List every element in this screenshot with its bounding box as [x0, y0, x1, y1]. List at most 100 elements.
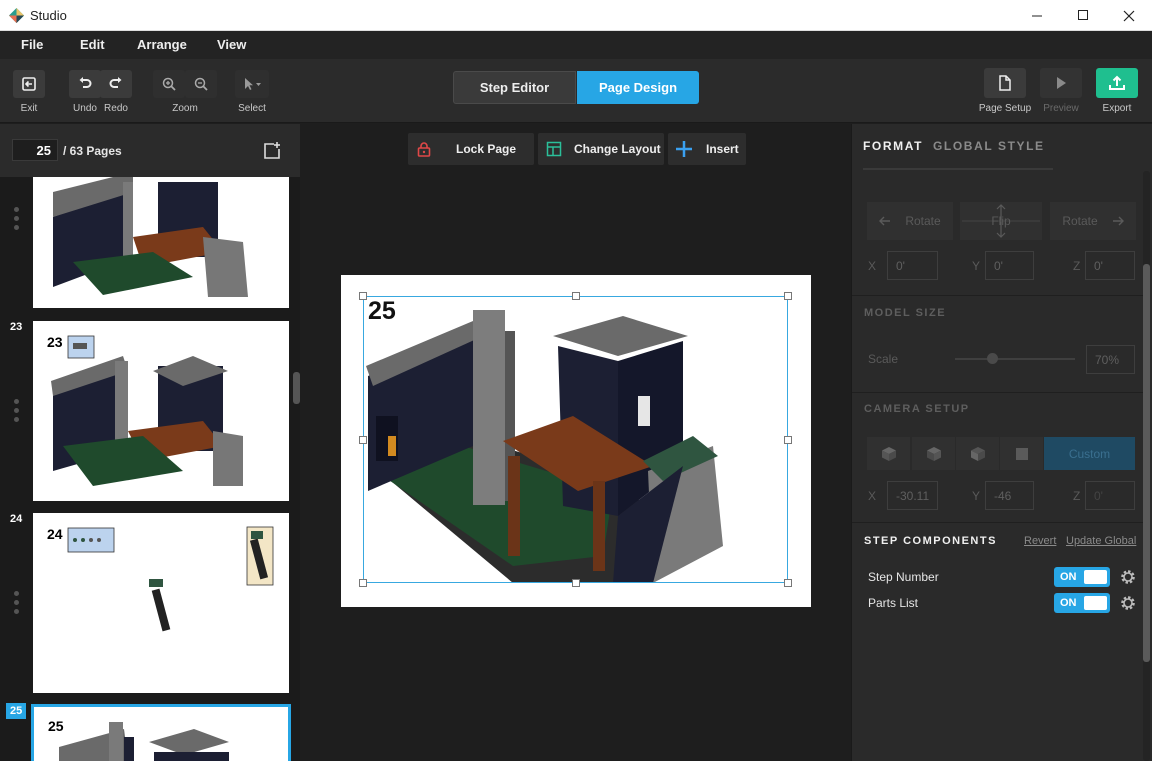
undo-icon [79, 77, 92, 88]
step-editor-tab[interactable]: Step Editor [453, 71, 576, 104]
studio-logo-icon [9, 8, 24, 23]
thumbnail-page-number: 24 [10, 513, 23, 525]
drag-handle-icon[interactable] [14, 591, 20, 617]
parts-list-toggle[interactable]: ON [1054, 593, 1110, 613]
resize-handle[interactable] [572, 579, 580, 587]
scale-label: Scale [868, 352, 899, 366]
lock-icon [417, 142, 431, 157]
scale-slider-knob[interactable] [987, 353, 999, 364]
step-components-heading: STEP COMPONENTS [864, 535, 997, 547]
resize-handle[interactable] [784, 436, 792, 444]
thumbnail-page-number: 25 [6, 703, 26, 719]
rotate-right-button[interactable]: Rotate [1050, 202, 1136, 240]
change-layout-label: Change Layout [574, 142, 661, 156]
camera-view-iso-right-button[interactable] [956, 437, 999, 470]
scale-value-input[interactable]: 70% [1086, 345, 1135, 374]
flip-button[interactable]: Flip [960, 202, 1042, 240]
page-setup-button[interactable] [984, 68, 1026, 98]
camera-z-input[interactable]: 0' [1085, 481, 1135, 510]
rotate-left-label: Rotate [905, 214, 941, 228]
camera-view-iso-left-button[interactable] [867, 437, 910, 470]
exit-button[interactable] [13, 70, 45, 98]
camera-y-input[interactable]: -46 [985, 481, 1034, 510]
page-thumbnail-selected[interactable]: 25 [31, 704, 291, 761]
select-button[interactable] [235, 70, 269, 98]
scale-slider[interactable] [955, 353, 1075, 364]
redo-button[interactable] [100, 70, 132, 98]
menu-file[interactable]: File [21, 37, 43, 52]
close-button[interactable] [1106, 0, 1152, 31]
window-title: Studio [30, 8, 67, 23]
zoom-in-icon [162, 77, 176, 91]
update-global-link[interactable]: Update Global [1066, 535, 1136, 547]
flip-label: Flip [991, 214, 1011, 228]
change-layout-button[interactable]: Change Layout [538, 133, 664, 165]
preview-button[interactable] [1040, 68, 1082, 98]
resize-handle[interactable] [784, 292, 792, 300]
resize-handle[interactable] [784, 579, 792, 587]
menu-edit[interactable]: Edit [80, 37, 105, 52]
camera-view-iso-front-button[interactable] [912, 437, 955, 470]
resize-handle[interactable] [572, 292, 580, 300]
panel-scrollbar-thumb[interactable] [1143, 264, 1150, 662]
page-canvas[interactable]: Lock Page Change Layout Insert 25 [293, 124, 851, 761]
parts-list-component-label: Parts List [868, 596, 919, 610]
menu-view[interactable]: View [217, 37, 246, 52]
camera-x-input[interactable]: -30.11 [887, 481, 938, 510]
drag-handle-icon[interactable] [14, 399, 20, 425]
camera-y-label: Y [972, 489, 981, 503]
model-thumbnail-image [59, 722, 229, 761]
select-label: Select [238, 103, 266, 114]
gear-icon[interactable] [1119, 568, 1137, 586]
undo-button[interactable] [69, 70, 101, 98]
add-page-icon[interactable] [262, 141, 282, 161]
panel-splitter[interactable] [293, 372, 300, 404]
rotation-x-input[interactable]: 0' [887, 251, 938, 280]
minimize-button[interactable] [1014, 0, 1060, 31]
tab-global-style[interactable]: GLOBAL STYLE [933, 139, 1045, 153]
drag-handle-icon[interactable] [14, 207, 20, 233]
exit-label: Exit [20, 103, 38, 114]
page-thumbnail-list[interactable]: 23 23 24 24 25 25 [0, 177, 300, 761]
resize-handle[interactable] [359, 579, 367, 587]
resize-handle[interactable] [359, 292, 367, 300]
toggle-knob [1084, 570, 1107, 584]
camera-custom-button[interactable]: Custom [1044, 437, 1135, 470]
divider [852, 392, 1144, 393]
page-thumbnail[interactable]: 23 [33, 321, 289, 501]
maximize-button[interactable] [1060, 0, 1106, 31]
page-thumbnail[interactable]: 24 [33, 513, 289, 693]
lock-page-label: Lock Page [456, 142, 517, 156]
exit-icon [22, 77, 36, 91]
page-setup-icon [999, 75, 1011, 91]
model-thumbnail-image [67, 526, 274, 632]
instruction-page[interactable]: 25 [341, 275, 811, 607]
zoom-out-button[interactable] [185, 70, 217, 98]
insert-button[interactable]: Insert [668, 133, 746, 165]
menu-arrange[interactable]: Arrange [137, 37, 187, 52]
page-design-tab[interactable]: Page Design [577, 71, 699, 104]
gear-icon[interactable] [1119, 594, 1137, 612]
zoom-in-button[interactable] [153, 70, 185, 98]
rotation-x-label: X [868, 259, 877, 273]
rotation-y-input[interactable]: 0' [985, 251, 1034, 280]
camera-view-front-button[interactable] [1000, 437, 1043, 470]
page-number-input[interactable]: 25 [12, 139, 58, 161]
page-setup-label: Page Setup [978, 103, 1032, 114]
lock-page-button[interactable]: Lock Page [408, 133, 534, 165]
resize-handle[interactable] [359, 436, 367, 444]
minimize-icon [1031, 15, 1042, 17]
toolbar: Exit Undo Redo Zoom Select Step Editor P… [0, 59, 1152, 123]
rotate-left-button[interactable]: Rotate [867, 202, 953, 240]
selection-box[interactable] [363, 296, 788, 583]
rotation-z-input[interactable]: 0' [1085, 251, 1135, 280]
revert-link[interactable]: Revert [1024, 535, 1056, 547]
export-button[interactable] [1096, 68, 1138, 98]
tab-format[interactable]: FORMAT [863, 139, 923, 153]
cube-icon [881, 446, 896, 461]
page-thumbnail[interactable] [33, 177, 289, 308]
step-number-toggle[interactable]: ON [1054, 567, 1110, 587]
layout-icon [546, 141, 562, 157]
model-thumbnail-image [53, 177, 248, 297]
insert-label: Insert [706, 142, 739, 156]
